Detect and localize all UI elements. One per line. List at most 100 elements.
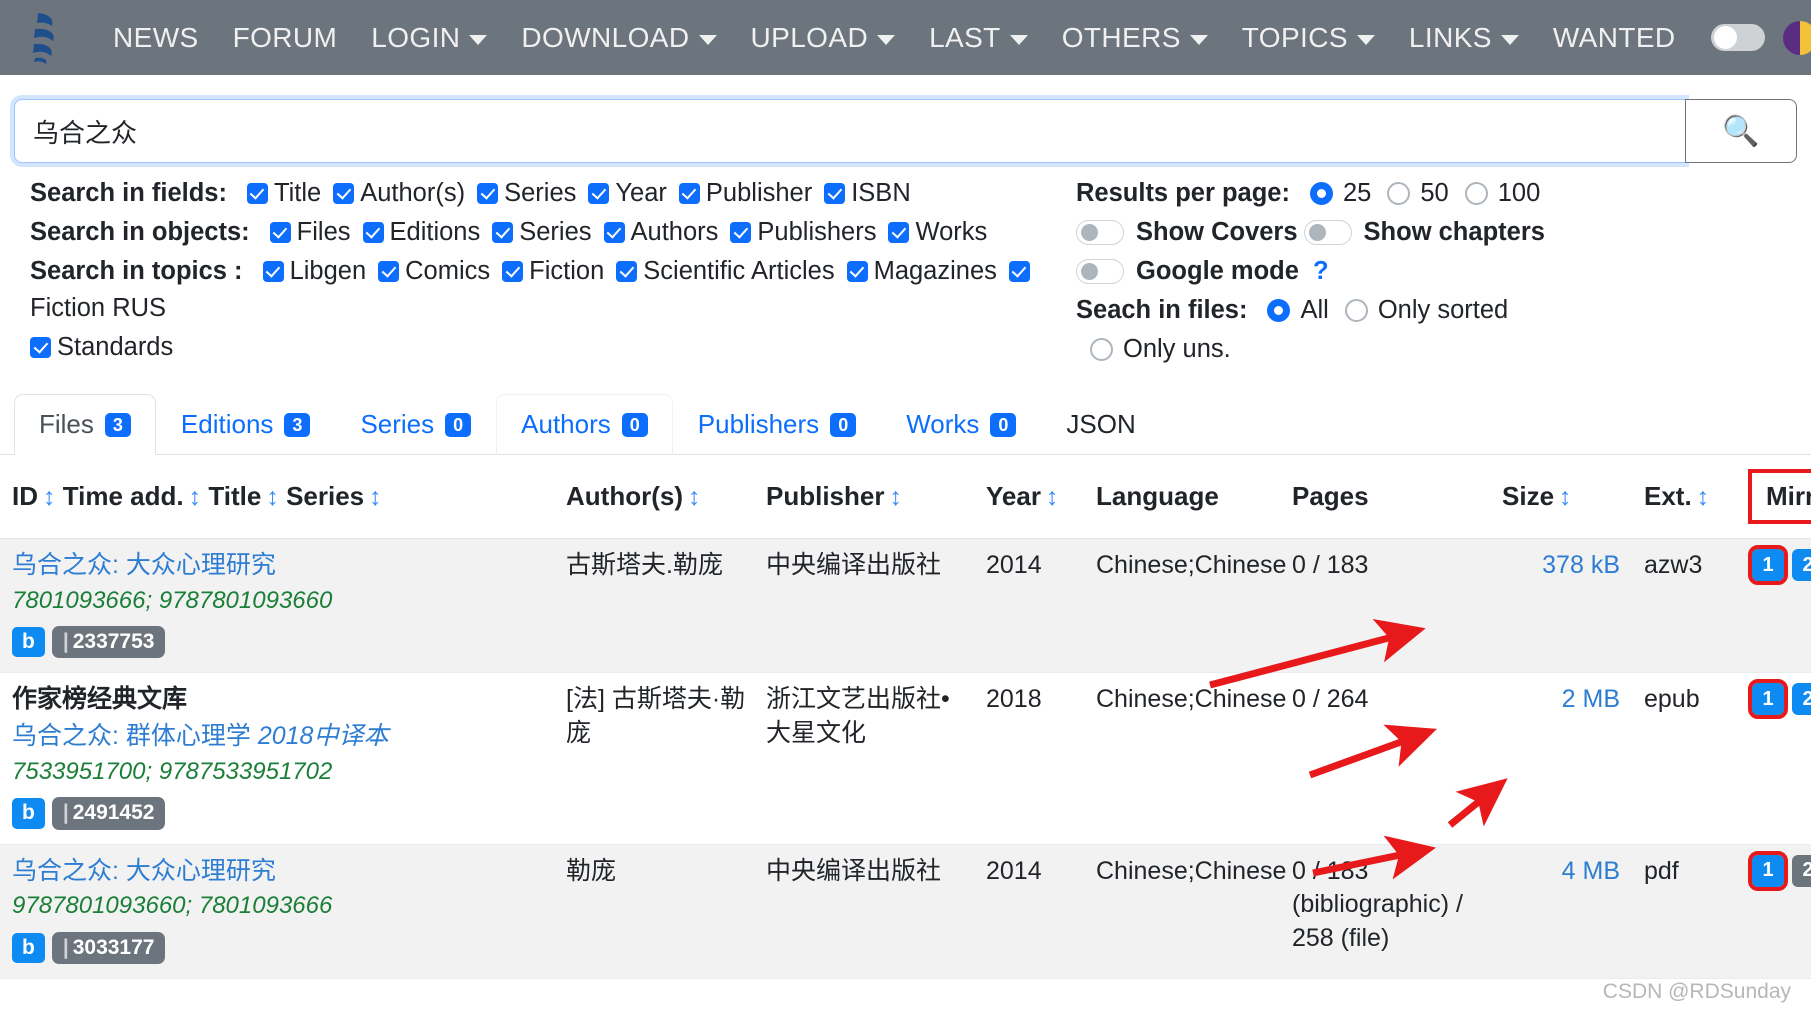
nav-item-download[interactable]: DOWNLOAD [504,22,733,54]
size-link[interactable]: 2 MB [1562,685,1620,713]
result-title-link[interactable]: 乌合之众: 大众心理研究 [12,551,276,579]
size-link[interactable]: 378 kB [1542,551,1620,579]
libgen-logo-icon[interactable] [22,10,68,66]
checkbox-topic-standards[interactable] [30,337,51,358]
checkbox-topic-comics[interactable] [378,261,400,282]
mirror-button-2[interactable]: 2 [1792,854,1811,887]
checkbox-obj-works[interactable] [888,222,910,243]
checkbox-year[interactable] [588,183,610,204]
nav-item-topics[interactable]: TOPICS [1225,22,1392,54]
checkbox-topic-scientific-articles[interactable] [616,261,638,282]
checkbox-isbn[interactable] [824,183,846,204]
sort-icon-year[interactable]: ↕ [1046,483,1059,511]
checkbox-obj-publishers[interactable] [730,222,752,243]
show-covers-toggle[interactable] [1076,220,1124,245]
header-authors[interactable]: Author(s) [566,481,683,511]
search-input[interactable] [14,99,1685,163]
cell-size: 378 kB [1496,538,1626,674]
header-size[interactable]: Size [1502,481,1554,511]
table-row[interactable]: 乌合之众: 大众心理研究 7801093666; 9787801093660 b… [0,538,1811,674]
tab-json[interactable]: JSON [1041,394,1160,455]
badge-bibliographic[interactable]: b [12,627,45,658]
nav-item-last[interactable]: LAST [912,22,1045,54]
checkbox-title[interactable] [246,183,268,204]
checkbox-topic-libgen[interactable] [262,261,284,282]
header-year[interactable]: Year [986,481,1041,511]
checkbox-obj-files[interactable] [269,222,291,243]
result-title-link[interactable]: 乌合之众: 大众心理研究 [12,857,276,885]
tab-series[interactable]: Series 0 [335,394,496,455]
sort-icon-authors[interactable]: ↕ [688,483,701,511]
badge-bibliographic[interactable]: b [12,798,45,829]
header-id[interactable]: ID [12,481,38,511]
mirror-button-2[interactable]: 2 [1792,683,1811,716]
search-in-files-row-2: Only uns. [1076,335,1781,364]
checkbox-topic-magazines[interactable] [846,261,868,282]
checkbox-topic-fiction[interactable] [502,261,524,282]
tab-editions[interactable]: Editions 3 [156,394,336,455]
nav-item-others[interactable]: OTHERS [1045,22,1225,54]
nav-item-login[interactable]: LOGIN [354,22,504,54]
radio-files-all[interactable] [1267,299,1291,322]
cell-year: 2018 [980,672,1090,845]
tab-works[interactable]: Works 0 [881,394,1041,455]
checkbox-authors[interactable] [333,183,355,204]
nav-item-links[interactable]: LINKS [1392,22,1536,54]
result-title-edition: 2018中译本 [257,722,389,751]
options-right-column: Results per page: 25 50 100 Show Covers … [1070,179,1781,374]
mirror-button-1[interactable]: 1 [1748,545,1788,585]
dark-mode-toggle[interactable] [1710,24,1765,51]
size-link[interactable]: 4 MB [1562,857,1620,885]
mirror-button-1[interactable]: 1 [1748,850,1788,891]
mirror-button-1[interactable]: 1 [1748,679,1788,720]
checkbox-topic-fiction-rus[interactable] [1008,261,1030,282]
radio-files-only-uns[interactable] [1090,338,1113,361]
sort-icon-id[interactable]: ↕ [43,483,56,511]
show-chapters-toggle[interactable] [1303,220,1352,245]
header-series[interactable]: Series [286,481,364,511]
sort-icon-size[interactable]: ↕ [1559,483,1572,511]
sort-icon-time-add[interactable]: ↕ [189,483,202,511]
checkbox-publisher[interactable] [678,183,700,204]
badge-libgen-id[interactable]: | 2491452 [51,797,166,830]
google-mode-help-icon[interactable]: ? [1313,257,1329,286]
show-chapters-label: Show chapters [1363,218,1545,246]
sort-icon-title[interactable]: ↕ [266,483,279,511]
search-button[interactable]: 🔍 [1685,99,1797,163]
label-results-25: 25 [1342,179,1372,207]
radio-results-25[interactable] [1309,182,1333,205]
google-mode-toggle[interactable] [1076,259,1124,284]
header-publisher[interactable]: Publisher [766,481,884,511]
nav-item-upload[interactable]: UPLOAD [734,22,913,54]
nav-item-news[interactable]: NEWS [96,22,216,54]
radio-files-only-sorted[interactable] [1344,299,1368,322]
header-authors-cell: Author(s) ↕ [560,455,760,539]
sort-icon-publisher[interactable]: ↕ [889,483,902,511]
checkbox-obj-editions[interactable] [362,222,384,243]
nav-item-forum[interactable]: FORUM [216,22,355,54]
tab-files[interactable]: Files 3 [14,394,156,455]
sort-icon-ext[interactable]: ↕ [1697,483,1710,511]
filters-section: Search in fields: Title Author(s) Series… [0,163,1811,374]
header-ext[interactable]: Ext. [1644,481,1692,511]
result-title-link[interactable]: 乌合之众: 群体心理学 2018中译本 [12,722,388,750]
table-row[interactable]: 乌合之众: 大众心理研究 9787801093660; 7801093666 b… [0,844,1811,979]
badge-bibliographic[interactable]: b [12,932,45,963]
theme-color-icon[interactable] [1782,20,1811,55]
cell-language: Chinese;Chinese [1090,844,1286,979]
nav-item-wanted[interactable]: WANTED [1536,22,1693,54]
radio-results-50[interactable] [1387,182,1411,205]
mirror-button-2[interactable]: 2 [1792,549,1811,581]
checkbox-obj-authors[interactable] [603,222,625,243]
table-row[interactable]: 作家榜经典文库 乌合之众: 群体心理学 2018中译本 7533951700; … [0,672,1811,845]
badge-libgen-id[interactable]: | 3033177 [51,931,166,964]
badge-libgen-id[interactable]: | 2337753 [51,626,166,659]
checkbox-obj-series[interactable] [492,222,514,243]
tab-publishers[interactable]: Publishers 0 [673,394,881,455]
header-time-add[interactable]: Time add. [63,481,184,511]
tab-authors[interactable]: Authors 0 [496,394,673,455]
header-title[interactable]: Title [208,481,261,511]
sort-icon-series[interactable]: ↕ [369,483,382,511]
checkbox-series[interactable] [477,183,499,204]
radio-results-100[interactable] [1464,182,1488,205]
